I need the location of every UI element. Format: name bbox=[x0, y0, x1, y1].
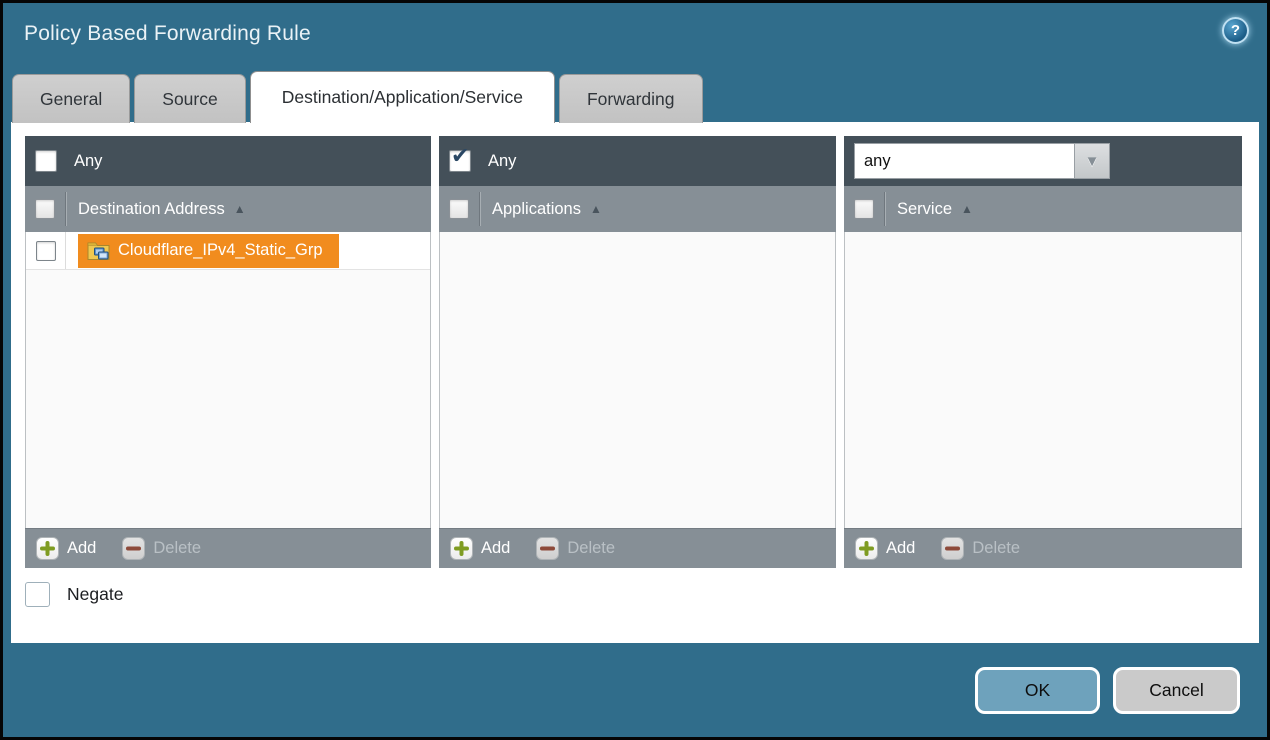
help-icon[interactable]: ? bbox=[1222, 17, 1249, 44]
add-plus-icon bbox=[36, 537, 59, 560]
negate-label: Negate bbox=[67, 584, 123, 605]
service-toolbar: Add Delete bbox=[844, 528, 1242, 568]
destination-any-checkbox[interactable] bbox=[35, 150, 57, 172]
applications-header-label: Applications bbox=[492, 200, 581, 219]
destination-any-bar: Any bbox=[25, 136, 431, 186]
chevron-down-icon: ▼ bbox=[1085, 153, 1100, 170]
table-row[interactable]: Cloudflare_IPv4_Static_Grp bbox=[26, 232, 430, 270]
checkmark-icon: ✔ bbox=[451, 145, 469, 167]
delete-button-label: Delete bbox=[972, 539, 1020, 558]
selected-address-object[interactable]: Cloudflare_IPv4_Static_Grp bbox=[78, 234, 339, 268]
applications-select-all-checkbox[interactable] bbox=[449, 199, 469, 219]
service-delete-button[interactable]: Delete bbox=[941, 537, 1020, 560]
delete-button-label: Delete bbox=[567, 539, 615, 558]
destination-delete-button[interactable]: Delete bbox=[122, 537, 201, 560]
applications-any-checkbox[interactable]: ✔ bbox=[449, 150, 471, 172]
header-separator bbox=[65, 192, 66, 226]
address-group-icon bbox=[87, 240, 110, 261]
add-button-label: Add bbox=[481, 539, 510, 558]
cancel-button[interactable]: Cancel bbox=[1113, 667, 1240, 714]
destination-select-all-checkbox[interactable] bbox=[35, 199, 55, 219]
dialog-buttons: OK Cancel bbox=[975, 667, 1240, 714]
tab-general[interactable]: General bbox=[12, 74, 130, 123]
applications-column: ✔ Any Applications ▲ Add bbox=[439, 136, 836, 568]
applications-add-button[interactable]: Add bbox=[450, 537, 510, 560]
add-plus-icon bbox=[450, 537, 473, 560]
service-add-button[interactable]: Add bbox=[855, 537, 915, 560]
address-object-label: Cloudflare_IPv4_Static_Grp bbox=[118, 241, 323, 260]
tab-bar: General Source Destination/Application/S… bbox=[12, 71, 703, 123]
delete-minus-icon bbox=[941, 537, 964, 560]
row-checkbox[interactable] bbox=[36, 241, 56, 261]
pbf-rule-dialog: Policy Based Forwarding Rule ? General S… bbox=[0, 0, 1270, 740]
destination-toolbar: Add Delete bbox=[25, 528, 431, 568]
service-dropdown[interactable]: any ▼ bbox=[854, 143, 1110, 179]
dropdown-arrow-button[interactable]: ▼ bbox=[1074, 143, 1110, 179]
destination-add-button[interactable]: Add bbox=[36, 537, 96, 560]
applications-delete-button[interactable]: Delete bbox=[536, 537, 615, 560]
destination-address-header[interactable]: Destination Address ▲ bbox=[25, 186, 431, 232]
applications-any-bar: ✔ Any bbox=[439, 136, 836, 186]
sort-asc-icon: ▲ bbox=[961, 202, 973, 216]
negate-checkbox[interactable] bbox=[25, 582, 50, 607]
tab-destination-application-service[interactable]: Destination/Application/Service bbox=[250, 71, 555, 123]
header-separator bbox=[479, 192, 480, 226]
destination-address-header-label: Destination Address bbox=[78, 200, 225, 219]
service-dropdown-bar: any ▼ bbox=[844, 136, 1242, 186]
service-column: any ▼ Service ▲ bbox=[844, 136, 1242, 568]
negate-row: Negate bbox=[25, 582, 123, 607]
destination-any-label: Any bbox=[74, 152, 102, 171]
destination-address-list: Cloudflare_IPv4_Static_Grp bbox=[25, 232, 431, 528]
destination-address-column: Any Destination Address ▲ bbox=[25, 136, 431, 568]
titlebar: Policy Based Forwarding Rule ? bbox=[3, 3, 1267, 69]
sort-asc-icon: ▲ bbox=[234, 202, 246, 216]
add-button-label: Add bbox=[886, 539, 915, 558]
service-dropdown-value[interactable]: any bbox=[854, 143, 1074, 179]
applications-any-label: Any bbox=[488, 152, 516, 171]
row-checkbox-cell bbox=[26, 232, 66, 269]
service-select-all-checkbox[interactable] bbox=[854, 199, 874, 219]
sort-asc-icon: ▲ bbox=[590, 202, 602, 216]
tab-panel: Any Destination Address ▲ bbox=[11, 122, 1259, 643]
columns-container: Any Destination Address ▲ bbox=[25, 136, 1242, 568]
header-separator bbox=[884, 192, 885, 226]
tab-source[interactable]: Source bbox=[134, 74, 245, 123]
delete-minus-icon bbox=[122, 537, 145, 560]
applications-header[interactable]: Applications ▲ bbox=[439, 186, 836, 232]
add-button-label: Add bbox=[67, 539, 96, 558]
dialog-title: Policy Based Forwarding Rule bbox=[24, 22, 311, 46]
delete-minus-icon bbox=[536, 537, 559, 560]
service-header[interactable]: Service ▲ bbox=[844, 186, 1242, 232]
applications-toolbar: Add Delete bbox=[439, 528, 836, 568]
add-plus-icon bbox=[855, 537, 878, 560]
service-list bbox=[844, 232, 1242, 528]
applications-list bbox=[439, 232, 836, 528]
delete-button-label: Delete bbox=[153, 539, 201, 558]
service-header-label: Service bbox=[897, 200, 952, 219]
ok-button[interactable]: OK bbox=[975, 667, 1100, 714]
tab-forwarding[interactable]: Forwarding bbox=[559, 74, 703, 123]
